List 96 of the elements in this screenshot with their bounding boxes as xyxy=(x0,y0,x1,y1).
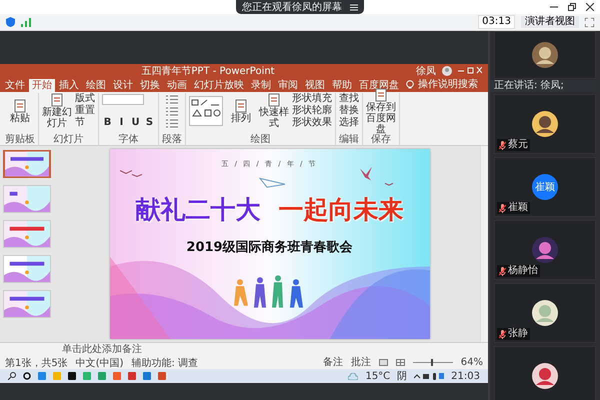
ribbon-button[interactable]: 形状填充 xyxy=(292,93,332,105)
normal-view-icon[interactable] xyxy=(378,359,388,366)
slide-thumbnail[interactable] xyxy=(3,150,51,178)
zoom-level[interactable]: 64% xyxy=(460,357,483,368)
slide-heading: 2019级国际商务班青春歌会 xyxy=(186,238,353,256)
accessibility-label[interactable]: 辅助功能: 调查 xyxy=(132,356,198,370)
ribbon-button[interactable]: 查找 xyxy=(339,93,359,105)
user-avatar-icon xyxy=(442,66,452,76)
close-icon[interactable] xyxy=(586,3,594,11)
ribbon-tab[interactable]: 审阅 xyxy=(275,79,301,92)
ribbon-button[interactable]: 快速样式 xyxy=(259,93,289,129)
ribbon-button[interactable]: 版式 xyxy=(75,93,95,105)
group-label: 绘图 xyxy=(250,134,270,145)
clock: 21:03 xyxy=(451,370,480,382)
circle-icon[interactable] xyxy=(23,372,31,380)
weather-label: 阴 xyxy=(397,370,408,383)
participant-tile[interactable]: 杨静怡 xyxy=(494,220,596,280)
participant-tile[interactable] xyxy=(494,346,596,400)
lightbulb-icon xyxy=(406,80,414,90)
ribbon-button[interactable]: 新建幻灯片 xyxy=(42,93,72,129)
format-button[interactable]: S xyxy=(144,117,155,129)
ribbon-tab[interactable]: 动画 xyxy=(164,79,190,92)
group-label: 编辑 xyxy=(339,134,359,145)
group-label: 剪贴板 xyxy=(5,134,35,145)
slide-thumbnail[interactable] xyxy=(3,220,51,248)
notes-placeholder[interactable]: 单击此处添加备注 xyxy=(62,344,142,355)
ribbon-button[interactable]: 形状效果 xyxy=(292,117,332,129)
format-button[interactable]: B xyxy=(102,117,113,129)
meeting-timer: 03:13 xyxy=(478,15,515,29)
notes-button[interactable]: 备注 xyxy=(322,356,343,368)
banner-text: 您正在观看徐凤的屏幕 xyxy=(242,0,342,14)
speaker-view-button[interactable]: 演讲者视图 xyxy=(521,16,579,28)
participant-name: 张静 xyxy=(508,328,528,340)
ribbon-button[interactable]: 替换 xyxy=(339,105,359,117)
ribbon-button[interactable]: 选择 xyxy=(339,117,359,129)
font-field[interactable] xyxy=(102,94,144,104)
temperature: 15°C xyxy=(365,370,390,382)
comments-button[interactable]: 批注 xyxy=(350,356,371,368)
shield-icon[interactable] xyxy=(6,17,15,27)
group-label: 幻灯片 xyxy=(54,134,84,145)
group-label: 保存 xyxy=(371,134,391,145)
ribbon-tab[interactable]: 视图 xyxy=(302,79,328,92)
speaking-indicator: 正在讲话: 徐凤; xyxy=(494,80,564,91)
document-icon xyxy=(234,98,248,112)
group-label: 字体 xyxy=(118,134,138,145)
cloud-icon xyxy=(348,372,358,380)
slide-title: 献礼二十大 xyxy=(136,194,260,226)
ribbon-tab[interactable]: 绘图 xyxy=(83,79,109,92)
ribbon-tab[interactable]: 幻灯片放映 xyxy=(191,79,247,92)
grid-view-icon[interactable] xyxy=(396,359,405,366)
tell-me-search[interactable]: 操作说明搜索 xyxy=(415,77,481,92)
shapes-icon[interactable] xyxy=(189,96,223,126)
group-label: 段落 xyxy=(162,134,182,145)
format-button[interactable]: I xyxy=(116,117,127,129)
participant-tile[interactable]: 张静 xyxy=(494,283,596,343)
scrollbar[interactable] xyxy=(480,146,488,342)
ribbon-tab[interactable]: 开始 xyxy=(29,79,55,92)
restore-icon[interactable] xyxy=(568,3,576,11)
ribbon-button[interactable]: 节 xyxy=(75,117,95,129)
participant-tile[interactable]: 蔡元 xyxy=(494,94,596,154)
user-name: 徐凤 xyxy=(416,64,436,78)
list-icon[interactable] xyxy=(166,106,178,116)
language-label[interactable]: 中文(中国) xyxy=(76,356,124,370)
slide-thumbnail[interactable] xyxy=(3,255,51,283)
ribbon-tab[interactable]: 设计 xyxy=(110,79,136,92)
participant-name: 崔颖 xyxy=(508,202,528,214)
search-icon[interactable] xyxy=(8,372,16,380)
slide-thumbnail[interactable] xyxy=(3,185,51,213)
document-icon xyxy=(13,98,27,112)
ribbon-button[interactable]: 排列 xyxy=(226,98,256,124)
slide-count: 第1张，共5张 xyxy=(5,356,68,370)
tray-icons[interactable] xyxy=(414,372,444,380)
slide-thumbnail[interactable] xyxy=(3,290,51,318)
fullscreen-icon[interactable] xyxy=(585,18,594,26)
slide-title: 一起向未来 xyxy=(278,194,404,226)
participant-tile[interactable] xyxy=(494,31,596,79)
signal-icon[interactable] xyxy=(21,18,31,26)
ribbon-tab[interactable]: 帮助 xyxy=(329,79,355,92)
ribbon-tab[interactable]: 切换 xyxy=(137,79,163,92)
ribbon-button[interactable]: 粘贴 xyxy=(5,98,35,124)
avatar: 崔颖 xyxy=(532,174,558,200)
window-title: 五四青年节PPT - PowerPoint xyxy=(141,64,275,78)
ribbon-tab[interactable]: 百度网盘 xyxy=(356,79,402,92)
ribbon-tab[interactable]: 录制 xyxy=(248,79,274,92)
ribbon-button[interactable]: 重置 xyxy=(75,105,95,117)
participant-name: 杨静怡 xyxy=(508,265,538,277)
ribbon-tab[interactable]: 文件 xyxy=(2,79,28,92)
list-icon[interactable] xyxy=(166,118,178,128)
participant-tile[interactable]: 崔颖 崔颖 xyxy=(494,157,596,217)
menu-icon[interactable] xyxy=(350,4,358,10)
format-button[interactable]: U xyxy=(130,117,141,129)
window-controls-icon[interactable] xyxy=(458,66,482,74)
list-icon[interactable] xyxy=(166,94,178,104)
participant-name: 蔡元 xyxy=(508,139,528,151)
ribbon-tab[interactable]: 插入 xyxy=(56,79,82,92)
ribbon-button[interactable]: 形状轮廓 xyxy=(292,105,332,117)
